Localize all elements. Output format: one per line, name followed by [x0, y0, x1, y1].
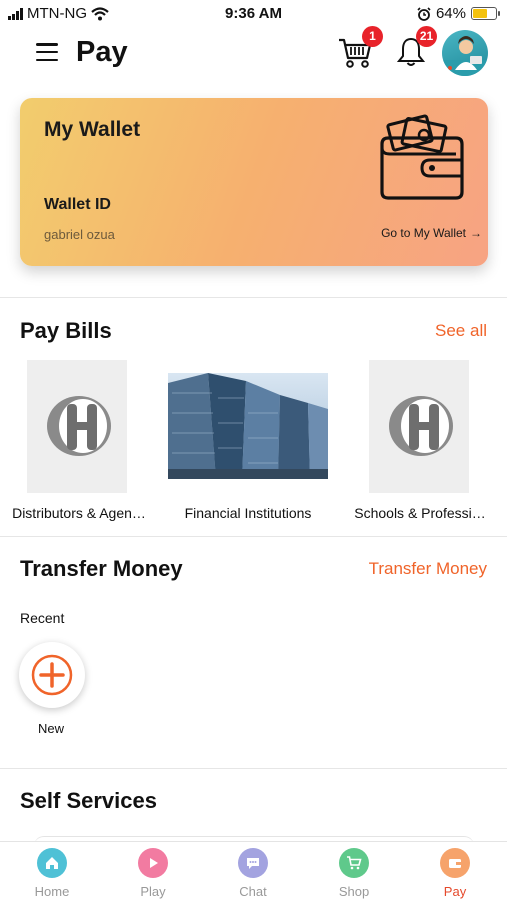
cart-badge: 1	[362, 26, 383, 47]
nav-item-chat[interactable]: Chat	[213, 848, 293, 899]
bill-item-label: Schools & Professi…	[354, 505, 486, 521]
nav-item-shop[interactable]: Shop	[314, 848, 394, 899]
nav-label: Chat	[239, 884, 267, 899]
divider	[0, 768, 507, 769]
wallet-icon	[440, 848, 470, 878]
transfer-money-title: Transfer Money	[20, 556, 183, 581]
avatar-image	[442, 36, 488, 76]
battery-fill	[473, 9, 488, 18]
pay-bills-title: Pay Bills	[20, 318, 112, 343]
nav-item-play[interactable]: Play	[113, 848, 193, 899]
biller-logo	[27, 360, 127, 493]
menu-icon[interactable]	[36, 43, 58, 61]
status-bar: MTN-NG 9:36 AM 64%	[0, 0, 507, 28]
go-to-wallet-label: Go to My Wallet	[381, 226, 466, 240]
battery-percent: 64%	[435, 5, 466, 22]
bottom-nav: Home Play Chat Shop Pay	[0, 841, 507, 900]
nav-label: Play	[140, 884, 166, 899]
wallet-user-name: gabriel ozua	[44, 227, 115, 242]
nav-label: Shop	[338, 884, 370, 899]
nav-item-pay[interactable]: Pay	[415, 848, 495, 899]
play-icon	[138, 848, 168, 878]
biller-logo	[369, 360, 469, 493]
h-logo-icon	[389, 396, 453, 456]
app-header: Pay 1 21	[0, 26, 507, 80]
financial-image	[168, 373, 328, 479]
bill-item-label: Distributors & Agen…	[12, 505, 146, 521]
cart-icon	[339, 848, 369, 878]
plus-icon	[31, 654, 73, 696]
notification-badge: 21	[416, 26, 437, 47]
wallet-id-label: Wallet ID	[44, 196, 111, 213]
nav-item-home[interactable]: Home	[12, 848, 92, 899]
wallet-title: My Wallet	[44, 118, 141, 141]
battery-icon	[471, 7, 500, 20]
chat-icon	[238, 848, 268, 878]
nav-label: Home	[34, 884, 70, 899]
page-title: Pay	[76, 36, 128, 68]
alarm-icon	[417, 6, 431, 21]
bill-item-label: Financial Institutions	[184, 505, 312, 521]
h-logo-icon	[47, 396, 111, 456]
status-right: 64%	[417, 5, 500, 22]
self-services-title: Self Services	[20, 788, 157, 813]
new-label: New	[38, 721, 65, 736]
nav-label: Pay	[443, 884, 467, 899]
new-transfer-button[interactable]	[19, 642, 85, 708]
wallet-icon	[380, 114, 464, 200]
divider	[0, 297, 507, 298]
arrow-right-icon: →	[470, 226, 482, 240]
go-to-wallet-link[interactable]: Go to My Wallet →	[381, 226, 482, 240]
avatar[interactable]	[442, 30, 488, 76]
transfer-money-link[interactable]: Transfer Money	[369, 559, 487, 579]
see-all-link[interactable]: See all	[435, 321, 487, 341]
home-icon	[37, 848, 67, 878]
wallet-card[interactable]: My Wallet Wallet ID gabriel ozua Go to M…	[20, 98, 488, 266]
divider	[0, 536, 507, 537]
recent-label: Recent	[20, 610, 65, 626]
